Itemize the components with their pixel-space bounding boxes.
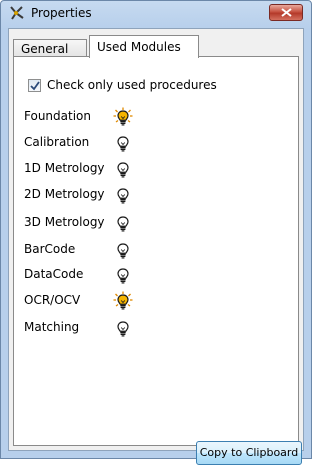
module-name: BarCode [24, 242, 76, 256]
module-row: BarCode [24, 240, 284, 262]
module-row: Foundation [24, 107, 284, 129]
tab-strip: General Used Modules [9, 35, 303, 58]
module-row: 2D Metrology [24, 185, 284, 207]
module-row: 1D Metrology [24, 159, 284, 181]
bulb-off-icon [113, 318, 133, 338]
bulb-off-icon [113, 240, 133, 260]
module-name: 3D Metrology [24, 215, 105, 229]
used-modules-panel: Check only used procedures Foundation Cal… [13, 56, 302, 465]
close-icon [281, 8, 292, 17]
bulb-off-icon [113, 265, 133, 285]
bulb-on-icon [113, 107, 133, 127]
module-row: Calibration [24, 133, 284, 155]
app-icon [9, 5, 25, 21]
bulb-off-icon [113, 159, 133, 179]
module-name: Calibration [24, 135, 90, 149]
window-title: Properties [31, 6, 92, 20]
bulb-off-icon [113, 213, 133, 233]
module-name: 1D Metrology [24, 161, 105, 175]
module-row: OCR/OCV [24, 291, 284, 313]
checkmark-icon [30, 81, 40, 91]
module-row: 3D Metrology [24, 213, 284, 235]
module-row: DataCode [24, 265, 284, 287]
bulb-off-icon [113, 133, 133, 153]
module-name: Foundation [24, 109, 91, 123]
module-name: DataCode [24, 267, 84, 281]
dialog-client-area: General Used Modules Check only used pro… [8, 28, 304, 465]
module-name: 2D Metrology [24, 187, 105, 201]
copy-to-clipboard-button[interactable]: Copy to Clipboard [196, 441, 302, 465]
check-only-used-checkbox[interactable] [28, 79, 41, 92]
tab-used-modules[interactable]: Used Modules [89, 35, 199, 58]
tab-general[interactable]: General [13, 39, 87, 57]
check-only-used-label: Check only used procedures [47, 78, 217, 92]
module-name: Matching [24, 320, 80, 334]
title-bar[interactable]: Properties [1, 1, 311, 25]
bulb-on-icon [113, 291, 133, 311]
properties-window: Properties General Used Modules Check on… [0, 0, 312, 465]
close-button[interactable] [269, 4, 303, 21]
module-name: OCR/OCV [24, 293, 81, 307]
bulb-off-icon [113, 185, 133, 205]
module-row: Matching [24, 318, 284, 340]
